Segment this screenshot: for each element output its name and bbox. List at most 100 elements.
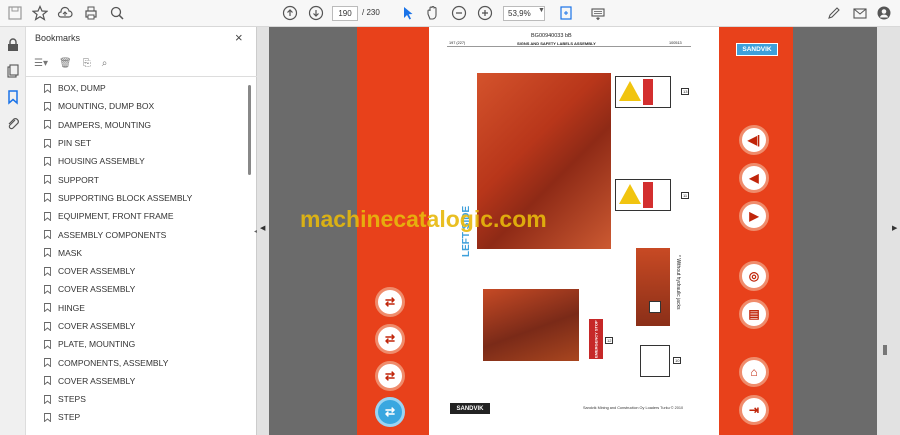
star-icon[interactable] (31, 4, 49, 22)
bookmark-label: COVER ASSEMBLY (58, 266, 136, 277)
danger-label (615, 179, 671, 211)
bookmark-item[interactable]: COVER ASSEMBLY (26, 372, 248, 390)
bookmark-item[interactable]: COVER ASSEMBLY (26, 262, 248, 280)
footer-text: Sandvik Mining and Construction Oy Loade… (583, 406, 684, 410)
bookmark-item[interactable]: PLATE, MOUNTING (26, 335, 248, 353)
save-icon[interactable] (6, 4, 24, 22)
bookmark-item[interactable]: BOX, DUMP (26, 79, 248, 97)
bookmark-icon (44, 376, 51, 386)
warning-icon (619, 184, 641, 204)
bookmark-label: HOUSING ASSEMBLY (58, 156, 145, 167)
bookmark-item[interactable]: COVER ASSEMBLY (26, 280, 248, 298)
chevron-down-icon[interactable]: ▼ (538, 7, 545, 14)
danger-strip (643, 79, 653, 105)
bookmark-icon[interactable] (5, 89, 21, 105)
bookmark-icon (44, 303, 51, 313)
bookmark-item[interactable]: COVER ASSEMBLY (26, 317, 248, 335)
print-button[interactable]: ▤ (739, 299, 769, 329)
doc-date: 100513 (669, 41, 682, 45)
binoculars-button[interactable]: ◎ (739, 261, 769, 291)
bookmark-icon (44, 138, 51, 148)
bookmark-item[interactable]: STEPS (26, 390, 248, 408)
prev-page-button[interactable]: ◀ (739, 163, 769, 193)
bookmark-item[interactable]: EQUIPMENT, FRONT FRAME (26, 207, 248, 225)
home-button[interactable]: ⌂ (739, 357, 769, 387)
bookmark-label: COMPONENTS, ASSEMBLY (58, 357, 169, 368)
bookmark-item[interactable]: ASSEMBLY COMPONENTS (26, 225, 248, 243)
callout: 13 (681, 88, 690, 95)
bookmark-icon (44, 339, 51, 349)
bookmark-icon (44, 175, 51, 185)
keyboard-icon[interactable] (589, 4, 607, 22)
bookmark-icon (44, 394, 51, 404)
mail-icon[interactable] (851, 4, 869, 22)
hand-tool-icon[interactable] (424, 4, 442, 22)
next-page-button[interactable]: ▶ (739, 201, 769, 231)
bookmark-icon (44, 211, 51, 221)
lock-icon[interactable] (5, 37, 21, 53)
next-page-icon[interactable] (307, 4, 325, 22)
bookmark-item[interactable]: HINGE (26, 299, 248, 317)
warning-icon (619, 81, 641, 101)
first-page-button[interactable]: ◀| (739, 125, 769, 155)
callout: 12 (605, 337, 614, 344)
delete-icon[interactable]: 🗑 (59, 58, 72, 69)
bookmark-item[interactable]: COMPONENTS, ASSEMBLY (26, 353, 248, 371)
bookmark-item[interactable]: MASK (26, 244, 248, 262)
emergency-stop-label: EMERGENCY STOP (589, 319, 603, 359)
bookmark-item[interactable]: SUPPORTING BLOCK ASSEMBLY (26, 189, 248, 207)
select-cursor-icon[interactable] (399, 4, 417, 22)
account-icon[interactable] (875, 4, 893, 22)
bookmark-item[interactable]: HOUSING ASSEMBLY (26, 152, 248, 170)
options-menu-icon[interactable]: ☰▾ (34, 58, 48, 69)
zoom-in-icon[interactable] (476, 4, 494, 22)
bookmark-icon (44, 230, 51, 240)
top-toolbar: 190 / 230 53,9% ▼ (0, 0, 900, 27)
attachment-icon[interactable] (5, 116, 21, 132)
bookmark-label: COVER ASSEMBLY (58, 375, 136, 386)
left-rail (0, 27, 26, 435)
new-bookmark-icon[interactable]: ⎘ (83, 58, 91, 69)
bookmark-icon (44, 321, 51, 331)
bookmark-label: MOUNTING, DUMP BOX (58, 101, 155, 112)
bookmark-label: STEP (58, 412, 81, 423)
bookmarks-panel: Bookmarks × ☰▾ 🗑 ⎘ ⌕ BOX, DUMP MOUNTING, … (26, 27, 257, 435)
pages-icon[interactable] (5, 63, 21, 79)
right-nav-strip: ◀| ◀ ▶ ◎ ▤ ⌂ ⇥ (719, 27, 793, 435)
bookmark-label: BOX, DUMP (58, 83, 106, 94)
scroll-right-icon[interactable]: ▶ (892, 224, 897, 232)
previous-page-icon[interactable] (281, 4, 299, 22)
exit-button[interactable]: ⇥ (739, 395, 769, 425)
bookmark-tools: ☰▾ 🗑 ⎘ ⌕ (34, 54, 107, 72)
bookmark-label: STEPS (58, 394, 86, 405)
bookmark-item[interactable]: SUPPORT (26, 170, 248, 188)
scroll-left-icon[interactable]: ◀ (260, 224, 265, 232)
bookmark-icon (44, 83, 51, 93)
bookmark-icon (44, 266, 51, 276)
bookmark-label: EQUIPMENT, FRONT FRAME (58, 211, 174, 222)
strip-button-3[interactable]: ⇄ (375, 361, 405, 391)
bookmark-item[interactable]: MOUNTING, DUMP BOX (26, 97, 248, 115)
close-icon[interactable]: × (235, 30, 243, 45)
upload-cloud-icon[interactable] (56, 4, 74, 22)
scrollbar-thumb[interactable] (248, 85, 251, 175)
strip-button-2[interactable]: ⇄ (375, 324, 405, 354)
find-bookmark-icon[interactable]: ⌕ (102, 58, 108, 69)
bookmark-item[interactable]: DAMPERS, MOUNTING (26, 116, 248, 134)
page-fit-icon[interactable] (557, 4, 575, 22)
bookmark-icon (44, 101, 51, 111)
print-icon[interactable] (82, 4, 100, 22)
bookmark-item[interactable]: STEP (26, 408, 248, 426)
page-number-input[interactable]: 190 (332, 6, 358, 21)
divider (26, 76, 257, 77)
callout: 11 (681, 192, 690, 199)
scrollbar-thumb[interactable] (883, 345, 887, 355)
edit-sign-icon[interactable] (825, 4, 843, 22)
watermark: machinecatalogic.com (300, 206, 547, 232)
strip-button-4[interactable]: ⇄ (375, 397, 405, 427)
strip-button-1[interactable]: ⇄ (375, 287, 405, 317)
search-icon[interactable] (108, 4, 126, 22)
zoom-out-icon[interactable] (450, 4, 468, 22)
bookmark-item[interactable]: PIN SET (26, 134, 248, 152)
note-text: * Without hydraulic jacks (675, 255, 681, 310)
